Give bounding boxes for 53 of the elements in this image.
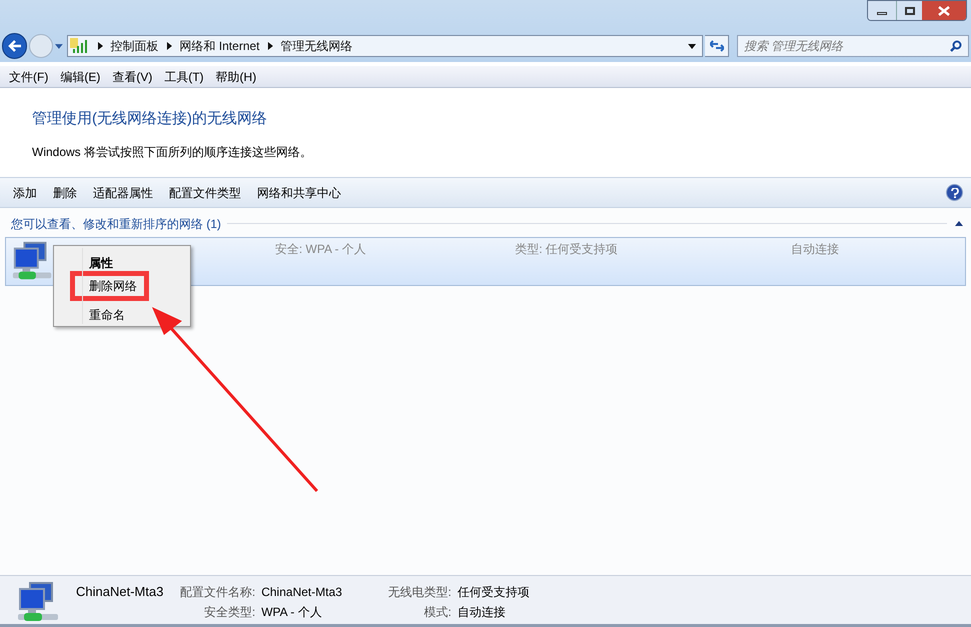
dropdown-arrow-icon bbox=[688, 44, 696, 48]
menu-item[interactable]: 重命名 bbox=[70, 301, 149, 323]
breadcrumb[interactable]: 控制面板 bbox=[110, 37, 159, 55]
collapse-button[interactable] bbox=[953, 218, 965, 228]
minimize-button[interactable] bbox=[868, 1, 896, 20]
close-button[interactable] bbox=[922, 1, 966, 20]
search-field[interactable]: 搜索 管理无线网络 bbox=[736, 35, 969, 57]
breadcrumb[interactable]: 网络和 Internet bbox=[180, 37, 260, 55]
menu-item[interactable]: 文件(F) bbox=[4, 68, 54, 86]
menu-item[interactable]: 删除网络 bbox=[70, 271, 149, 301]
caret-up-icon bbox=[955, 221, 963, 226]
detail-value: 任何受支持项 bbox=[457, 584, 530, 601]
refresh-icon bbox=[710, 40, 724, 52]
detail-value: 自动连接 bbox=[457, 604, 506, 621]
back-button[interactable] bbox=[2, 33, 28, 59]
toolbar-button[interactable]: 配置文件类型 bbox=[162, 184, 248, 202]
signal-bars-icon bbox=[70, 38, 88, 54]
detail-value: ChinaNet-Mta3 bbox=[261, 584, 342, 601]
detail-label: 安全类型: bbox=[203, 604, 256, 621]
mode-text: 自动连接 bbox=[791, 241, 839, 258]
detail-label: 配置文件名称: bbox=[180, 584, 256, 601]
question-mark-icon bbox=[950, 188, 958, 198]
help-button[interactable] bbox=[946, 184, 963, 201]
menu-item[interactable]: 工具(T) bbox=[159, 68, 209, 86]
search-input[interactable]: 搜索 管理无线网络 bbox=[744, 37, 950, 55]
menu-item[interactable]: 编辑(E) bbox=[55, 68, 106, 86]
address-bar[interactable]: 控制面板 网络和 Internet 管理无线网络 bbox=[66, 35, 704, 57]
toolbar-button[interactable]: 删除 bbox=[46, 184, 84, 202]
maximize-button[interactable] bbox=[896, 1, 922, 20]
dropdown-arrow-icon bbox=[54, 44, 63, 48]
chevron-right-icon bbox=[268, 42, 273, 50]
toolbar-button[interactable]: 添加 bbox=[6, 184, 44, 202]
search-icon bbox=[950, 40, 962, 52]
type-text: 类型: 任何受支持项 bbox=[515, 241, 619, 258]
close-icon bbox=[938, 6, 950, 16]
menu-item[interactable]: 查看(V) bbox=[107, 68, 158, 86]
page-title: 管理使用(无线网络连接)的无线网络 bbox=[32, 109, 268, 129]
chevron-right-icon bbox=[166, 42, 172, 50]
refresh-button[interactable] bbox=[705, 35, 729, 57]
toolbar-button[interactable]: 适配器属性 bbox=[86, 184, 160, 202]
menu-item[interactable]: 帮助(H) bbox=[210, 68, 262, 86]
breadcrumb[interactable]: 管理无线网络 bbox=[280, 37, 353, 55]
arrow-left-icon bbox=[8, 40, 22, 52]
toolbar-button[interactable]: 网络和共享中心 bbox=[250, 184, 348, 202]
detail-value: WPA - 个人 bbox=[261, 604, 323, 621]
detail-label: 模式: bbox=[423, 604, 452, 621]
chevron-right-icon bbox=[98, 42, 103, 50]
page-subtitle: Windows 将尝试按照下面所列的顺序连接这些网络。 bbox=[32, 144, 314, 160]
group-header: 您可以查看、修改和重新排序的网络 (1) bbox=[11, 216, 221, 232]
security-text: 安全: WPA - 个人 bbox=[275, 241, 368, 258]
menu-item[interactable]: 属性 bbox=[70, 249, 149, 271]
detail-label: 无线电类型: bbox=[388, 584, 452, 601]
network-name: ChinaNet-Mta3 bbox=[76, 583, 164, 601]
